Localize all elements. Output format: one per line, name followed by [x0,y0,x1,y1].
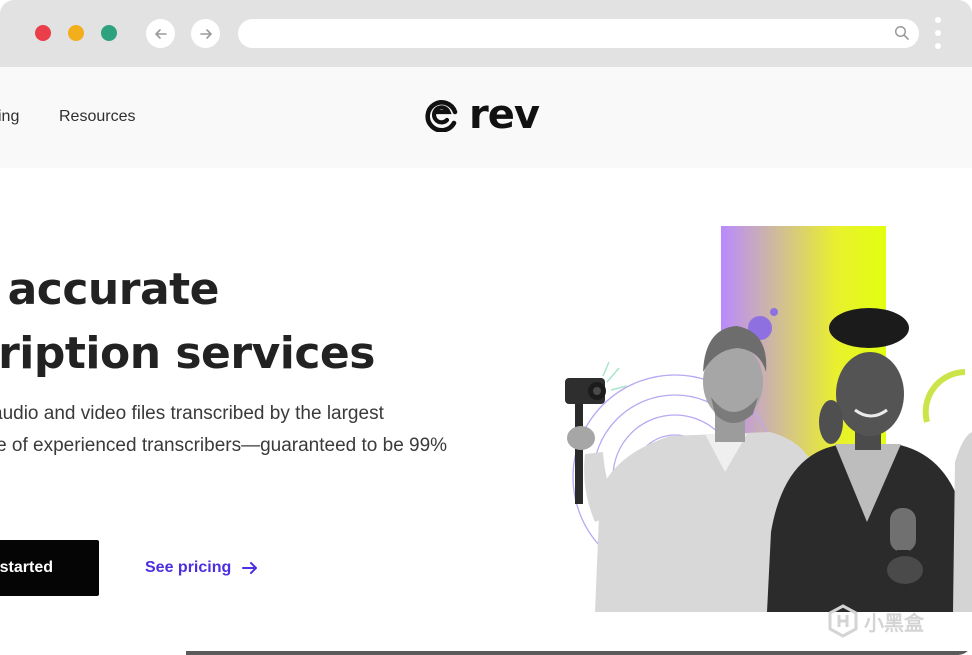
horizontal-scrollbar[interactable] [186,651,972,655]
arrow-left-icon [154,28,167,39]
address-bar[interactable] [238,19,919,48]
maximize-window-button[interactable] [101,25,117,41]
hero-subtitle-line-2: ace of experienced transcribers—guarante… [0,435,448,456]
hero-subtitle-line-1: audio and video files transcribed by the… [0,403,384,424]
see-pricing-link[interactable]: See pricing [145,557,259,579]
nav-link-resources[interactable]: Resources [59,108,135,126]
logo-wordmark: rev [469,92,540,138]
search-icon[interactable] [894,25,910,41]
hero-subtitle: audio and video files transcribed by the… [0,398,447,462]
rev-logo-mark-icon [425,100,458,132]
forward-button[interactable] [191,19,220,48]
watermark-text: 小黑盒 [864,612,924,635]
browser-window: cing Resources rev t, accurate nscriptio… [0,0,972,655]
watermark-logo-icon [828,604,858,638]
arrow-right-icon [242,562,258,574]
arrow-right-icon [199,28,212,39]
minimize-window-button[interactable] [68,25,84,41]
rev-logo[interactable]: rev [425,92,540,138]
hero-title-line-2: nscription services [0,328,375,379]
get-started-button[interactable]: started [0,540,99,596]
kebab-menu-icon[interactable] [934,17,942,49]
back-button[interactable] [146,19,175,48]
people-illustration [565,308,972,612]
hero-title-line-1: t, accurate [0,264,220,315]
see-pricing-label: See pricing [145,559,232,576]
close-window-button[interactable] [35,25,51,41]
browser-toolbar [0,0,972,67]
hero-title: t, accurate nscription services [0,258,375,386]
nav-link-pricing[interactable]: cing [0,108,19,126]
watermark: 小黑盒 [826,604,924,638]
hero-illustration [555,222,972,612]
site-header: cing Resources rev [0,67,972,168]
